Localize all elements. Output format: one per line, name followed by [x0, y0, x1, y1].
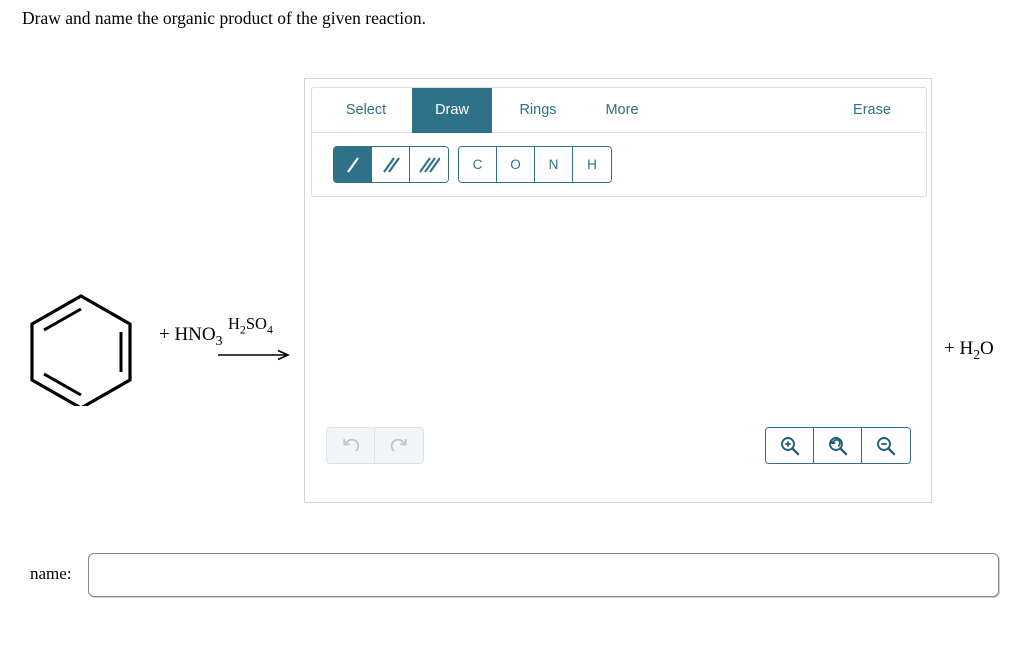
zoom-reset-icon: [828, 436, 847, 455]
product-suffix: O: [980, 338, 994, 359]
undo-button[interactable]: [327, 428, 375, 463]
redo-icon: [390, 438, 407, 451]
element-button-oxygen[interactable]: O: [497, 147, 535, 182]
toolbar-tool-row: C O N H: [312, 133, 926, 196]
triple-bond-button[interactable]: [410, 147, 448, 182]
tab-more[interactable]: More: [584, 88, 660, 133]
bond-tool-group: [333, 146, 449, 183]
zoom-button-group: [765, 427, 911, 464]
reaction-scheme: + HNO3 H2SO4: [22, 288, 294, 408]
double-bond-button[interactable]: [372, 147, 410, 182]
name-field-label: name:: [30, 564, 72, 583]
zoom-in-icon: [780, 436, 799, 455]
single-bond-button[interactable]: [334, 147, 372, 182]
coreagent-subscript: 3: [215, 332, 223, 348]
element-button-nitrogen[interactable]: N: [535, 147, 573, 182]
single-bond-icon: [346, 156, 359, 173]
zoom-out-button[interactable]: [862, 428, 910, 463]
reagent-h: H: [228, 314, 240, 333]
element-button-hydrogen[interactable]: H: [573, 147, 611, 182]
reaction-arrow-icon: [218, 349, 290, 361]
reagent-label: H2SO4: [228, 314, 273, 337]
history-button-group: [326, 427, 424, 464]
tab-rings[interactable]: Rings: [496, 88, 580, 133]
editor-toolbar: Select Draw Rings More Erase C O N H: [311, 87, 927, 197]
tab-select[interactable]: Select: [324, 88, 408, 133]
undo-icon: [342, 438, 359, 451]
double-bond-icon: [382, 156, 400, 173]
molecule-editor: Select Draw Rings More Erase C O N H: [304, 78, 932, 503]
zoom-in-button[interactable]: [766, 428, 814, 463]
page-title: Draw and name the organic product of the…: [22, 8, 426, 28]
reagent-subscript-2: 4: [266, 322, 273, 337]
element-tool-group: C O N H: [458, 146, 612, 183]
coreagent-label: + HNO3: [159, 324, 222, 349]
tab-draw[interactable]: Draw: [412, 88, 492, 133]
product-water-label: + H2O: [944, 338, 994, 363]
coreagent-text: + HNO: [159, 324, 216, 345]
product-prefix: + H: [944, 338, 974, 359]
zoom-reset-button[interactable]: [814, 428, 862, 463]
benzene-structure: [30, 294, 132, 406]
product-subscript: 2: [973, 346, 981, 362]
triple-bond-icon: [419, 156, 440, 173]
reagent-so: SO: [245, 314, 267, 333]
element-button-carbon[interactable]: C: [459, 147, 497, 182]
toolbar-tab-row: Select Draw Rings More Erase: [312, 88, 926, 133]
zoom-out-icon: [877, 436, 896, 455]
erase-button[interactable]: Erase: [830, 88, 914, 133]
redo-button[interactable]: [375, 428, 423, 463]
name-input[interactable]: [88, 553, 999, 597]
